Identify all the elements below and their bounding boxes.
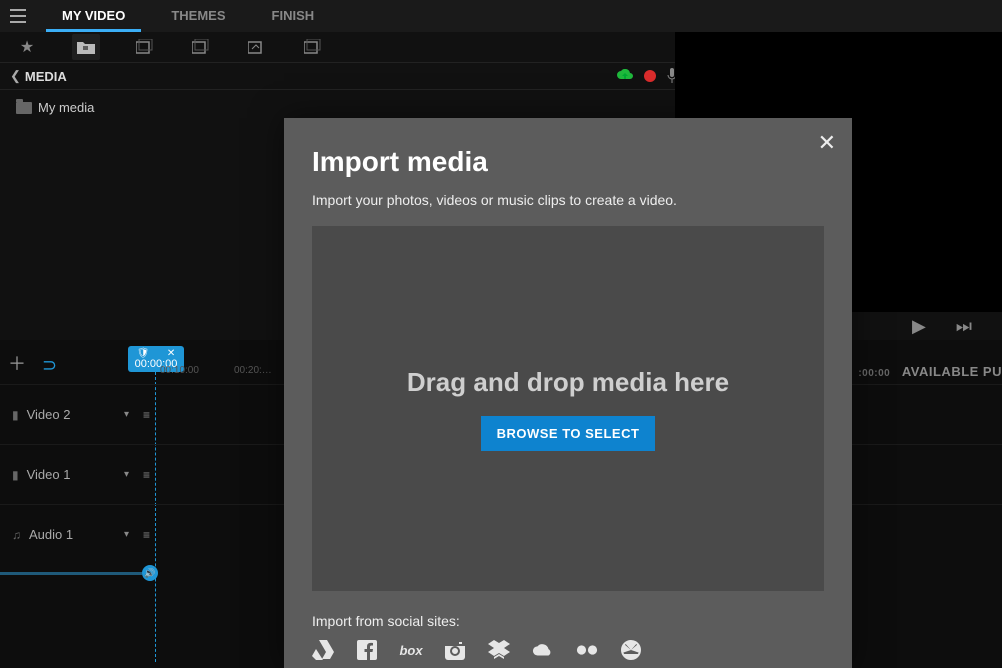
track-menu-icon[interactable]: ≡ xyxy=(143,468,150,482)
top-tab-bar: MY VIDEO THEMES FINISH xyxy=(0,0,1002,32)
track-menu-icon[interactable]: ≡ xyxy=(143,528,150,542)
audio-volume-slider[interactable]: 🔊 xyxy=(0,568,158,578)
next-icon[interactable]: ⏭ xyxy=(956,316,972,337)
track-label: Video 1 xyxy=(27,467,71,482)
timeline-available: :00:00 AVAILABLE PU xyxy=(858,364,1002,379)
facebook-icon[interactable] xyxy=(356,639,378,661)
cut-playhead-icon: ✕ xyxy=(167,348,175,359)
dropbox-icon[interactable] xyxy=(488,639,510,661)
dropzone[interactable]: Drag and drop media here BROWSE TO SELEC… xyxy=(312,226,824,591)
play-icon[interactable]: ▶ xyxy=(912,316,926,337)
film-icon: ▮ xyxy=(12,468,19,482)
magnet-icon[interactable]: ⊃ xyxy=(42,355,57,376)
media-title: MEDIA xyxy=(25,69,67,84)
tab-finish[interactable]: FINISH xyxy=(256,0,331,32)
google-drive-icon[interactable] xyxy=(312,639,334,661)
track-dropdown-icon[interactable]: ▾ xyxy=(124,529,129,540)
flickr-icon[interactable] xyxy=(576,639,598,661)
modal-subtitle: Import your photos, videos or music clip… xyxy=(312,192,824,208)
media-back[interactable]: ❮ MEDIA xyxy=(10,68,67,84)
cloud-upload-icon[interactable] xyxy=(616,69,634,83)
record-icon[interactable] xyxy=(644,70,656,82)
social-import: Import from social sites: box xyxy=(312,613,824,661)
browse-button[interactable]: BROWSE TO SELECT xyxy=(481,416,656,451)
close-icon[interactable]: ✕ xyxy=(818,130,836,156)
track-label: Audio 1 xyxy=(29,527,73,542)
ruler-tick: 00:10:00 xyxy=(160,365,234,376)
track-label: Video 2 xyxy=(27,407,71,422)
avail-time: :00:00 xyxy=(858,368,890,379)
folder-icon xyxy=(16,102,32,114)
folder-label: My media xyxy=(38,100,94,115)
import-media-modal: ✕ Import media Import your photos, video… xyxy=(284,118,852,668)
menu-icon[interactable] xyxy=(4,2,32,30)
track-dropdown-icon[interactable]: ▾ xyxy=(124,409,129,420)
onedrive-icon[interactable] xyxy=(532,639,554,661)
track-dropdown-icon[interactable]: ▾ xyxy=(124,469,129,480)
box-icon[interactable]: box xyxy=(400,639,422,661)
lock-playhead-icon: 🛡 xyxy=(137,348,150,359)
star-icon[interactable]: ★ xyxy=(16,36,38,58)
picasa-icon[interactable] xyxy=(620,639,642,661)
instagram-icon[interactable] xyxy=(444,639,466,661)
avail-label: AVAILABLE PU xyxy=(902,364,1002,379)
gallery-stack-icon[interactable] xyxy=(302,36,324,58)
film-icon: ▮ xyxy=(12,408,19,422)
music-icon: ♫ xyxy=(12,528,21,542)
image-stack-icon[interactable] xyxy=(134,36,156,58)
folder-tab-icon[interactable] xyxy=(72,34,100,60)
add-track-icon[interactable]: ＋ xyxy=(8,350,26,376)
track-menu-icon[interactable]: ≡ xyxy=(143,408,150,422)
tab-themes[interactable]: THEMES xyxy=(155,0,241,32)
volume-knob-icon[interactable]: 🔊 xyxy=(142,565,158,581)
video-stack-icon[interactable] xyxy=(190,36,212,58)
modal-title: Import media xyxy=(312,146,824,178)
social-label: Import from social sites: xyxy=(312,613,824,629)
edit-stack-icon[interactable] xyxy=(246,36,268,58)
dropzone-message: Drag and drop media here xyxy=(407,367,729,398)
folder-my-media[interactable]: My media xyxy=(16,100,659,115)
tab-my-video[interactable]: MY VIDEO xyxy=(46,0,141,32)
